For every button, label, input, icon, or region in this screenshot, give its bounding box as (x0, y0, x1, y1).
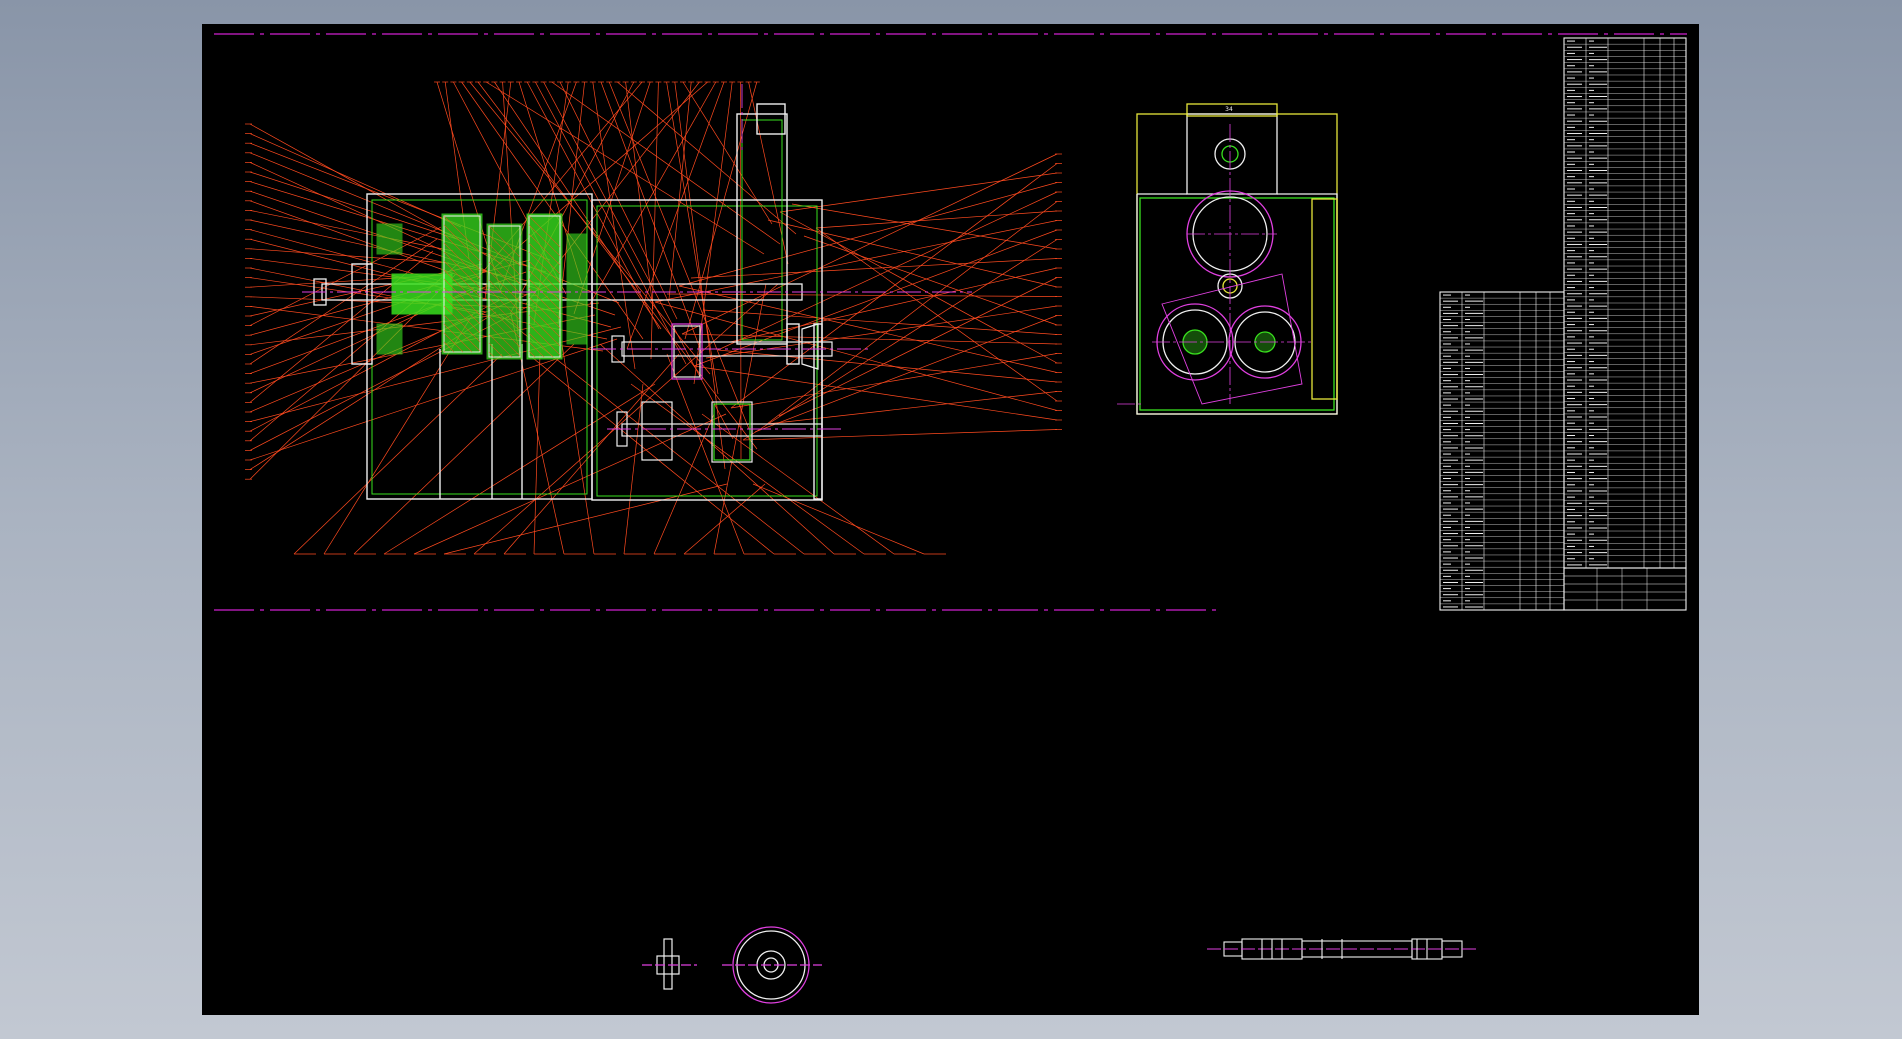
side-gears (1156, 138, 1303, 405)
stepped-shaft-drawing[interactable] (1207, 938, 1477, 960)
drawing-sheet[interactable]: 34 (202, 24, 1699, 1015)
cad-viewport[interactable]: 34 (0, 0, 1902, 1039)
clutch-gear-cluster (376, 213, 588, 360)
spur-gear-section[interactable] (642, 938, 697, 990)
output-coupling (801, 323, 819, 370)
drawing-canvas: 34 (214, 33, 1687, 1004)
dimension-label: 34 (1225, 106, 1233, 113)
gearbox-section-drawing[interactable] (245, 81, 1062, 555)
gear-train-end-view[interactable]: 34 (1117, 103, 1338, 415)
spur-gear-front[interactable] (722, 926, 822, 1004)
parts-list-table[interactable] (1439, 37, 1687, 611)
side-centerlines (1117, 124, 1312, 405)
